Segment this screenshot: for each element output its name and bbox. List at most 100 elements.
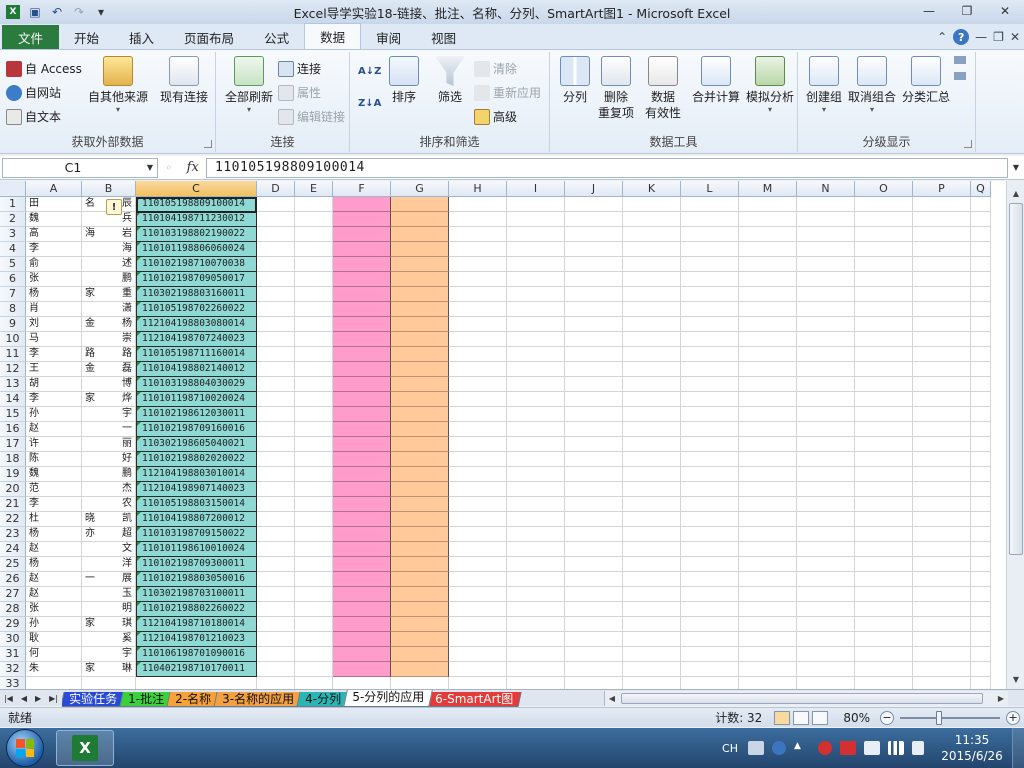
taskbar-excel-button[interactable]: X	[56, 730, 114, 766]
cell-e[interactable]	[295, 347, 333, 362]
cell-m[interactable]	[739, 362, 797, 377]
cell-i[interactable]	[507, 242, 565, 257]
cell-f[interactable]	[333, 497, 391, 512]
cell-l[interactable]	[681, 527, 739, 542]
next-sheet-icon[interactable]: ▶	[35, 694, 41, 703]
cell-q[interactable]	[971, 677, 991, 689]
cell-k[interactable]	[623, 632, 681, 647]
cell-b[interactable]: 亦超	[82, 527, 136, 542]
row-header[interactable]: 8	[0, 302, 26, 317]
cell-n[interactable]	[797, 437, 855, 452]
cell-d[interactable]	[257, 437, 295, 452]
cell-c[interactable]	[136, 677, 257, 689]
cell-k[interactable]	[623, 302, 681, 317]
cell-i[interactable]	[507, 542, 565, 557]
cell-i[interactable]	[507, 212, 565, 227]
cell-g[interactable]	[391, 587, 449, 602]
cell-l[interactable]	[681, 272, 739, 287]
cell-a[interactable]: 李	[26, 392, 82, 407]
cell-j[interactable]	[565, 617, 623, 632]
keyboard-icon[interactable]	[748, 741, 764, 755]
cell-i[interactable]	[507, 257, 565, 272]
cell-h[interactable]	[449, 647, 507, 662]
cell-i[interactable]	[507, 497, 565, 512]
horizontal-scrollbar[interactable]: ◀ ▶	[604, 691, 1008, 706]
cell-n[interactable]	[797, 347, 855, 362]
cell-n[interactable]	[797, 287, 855, 302]
row-header[interactable]: 4	[0, 242, 26, 257]
cell-e[interactable]	[295, 602, 333, 617]
row-header[interactable]: 14	[0, 392, 26, 407]
cell-i[interactable]	[507, 347, 565, 362]
cell-g[interactable]	[391, 527, 449, 542]
cell-n[interactable]	[797, 527, 855, 542]
cell-d[interactable]	[257, 317, 295, 332]
cell-f[interactable]	[333, 227, 391, 242]
cell-i[interactable]	[507, 647, 565, 662]
chevron-down-icon[interactable]: ▼	[143, 163, 157, 172]
cell-b[interactable]: 文	[82, 542, 136, 557]
cell-n[interactable]	[797, 272, 855, 287]
cell-p[interactable]	[913, 677, 971, 689]
cell-d[interactable]	[257, 257, 295, 272]
cell-j[interactable]	[565, 392, 623, 407]
cell-a[interactable]: 许	[26, 437, 82, 452]
cell-m[interactable]	[739, 242, 797, 257]
cell-q[interactable]	[971, 317, 991, 332]
minimize-button[interactable]: —	[910, 0, 948, 22]
cell-p[interactable]	[913, 662, 971, 677]
collapse-ribbon-icon[interactable]: ⌃	[937, 30, 947, 44]
cell-c[interactable]: 110101198806060024	[136, 242, 257, 257]
column-header-p[interactable]: P	[913, 181, 971, 197]
cell-k[interactable]	[623, 422, 681, 437]
cell-k[interactable]	[623, 542, 681, 557]
column-header-m[interactable]: M	[739, 181, 797, 197]
cell-d[interactable]	[257, 452, 295, 467]
cell-e[interactable]	[295, 527, 333, 542]
cell-l[interactable]	[681, 557, 739, 572]
cell-a[interactable]: 李	[26, 242, 82, 257]
cell-f[interactable]	[333, 542, 391, 557]
cell-f[interactable]	[333, 617, 391, 632]
cell-q[interactable]	[971, 512, 991, 527]
cell-q[interactable]	[971, 272, 991, 287]
row-header[interactable]: 17	[0, 437, 26, 452]
cell-a[interactable]: 陈	[26, 452, 82, 467]
scroll-up-icon[interactable]: ▲	[1008, 185, 1024, 201]
cell-o[interactable]	[855, 347, 913, 362]
cell-n[interactable]	[797, 617, 855, 632]
cell-q[interactable]	[971, 302, 991, 317]
cell-f[interactable]	[333, 377, 391, 392]
cell-m[interactable]	[739, 662, 797, 677]
scroll-left-icon[interactable]: ◀	[605, 691, 619, 706]
row-header[interactable]: 28	[0, 602, 26, 617]
cell-a[interactable]: 魏	[26, 212, 82, 227]
cell-i[interactable]	[507, 197, 565, 212]
cell-n[interactable]	[797, 377, 855, 392]
cell-g[interactable]	[391, 212, 449, 227]
row-header[interactable]: 24	[0, 542, 26, 557]
cell-h[interactable]	[449, 482, 507, 497]
cell-a[interactable]: 何	[26, 647, 82, 662]
cell-c[interactable]: 110104198807200012	[136, 512, 257, 527]
cell-l[interactable]	[681, 572, 739, 587]
cell-l[interactable]	[681, 212, 739, 227]
cell-i[interactable]	[507, 662, 565, 677]
cell-l[interactable]	[681, 362, 739, 377]
cell-h[interactable]	[449, 527, 507, 542]
row-header[interactable]: 10	[0, 332, 26, 347]
cell-m[interactable]	[739, 587, 797, 602]
cell-n[interactable]	[797, 542, 855, 557]
cell-h[interactable]	[449, 302, 507, 317]
sort-button[interactable]: 排序	[384, 56, 424, 105]
cell-k[interactable]	[623, 467, 681, 482]
cell-o[interactable]	[855, 302, 913, 317]
cell-i[interactable]	[507, 632, 565, 647]
cell-o[interactable]	[855, 557, 913, 572]
cell-a[interactable]: 孙	[26, 407, 82, 422]
remove-duplicates-button[interactable]: 删除 重复项	[596, 56, 636, 121]
cell-e[interactable]	[295, 332, 333, 347]
cell-h[interactable]	[449, 317, 507, 332]
cell-p[interactable]	[913, 497, 971, 512]
cell-f[interactable]	[333, 647, 391, 662]
